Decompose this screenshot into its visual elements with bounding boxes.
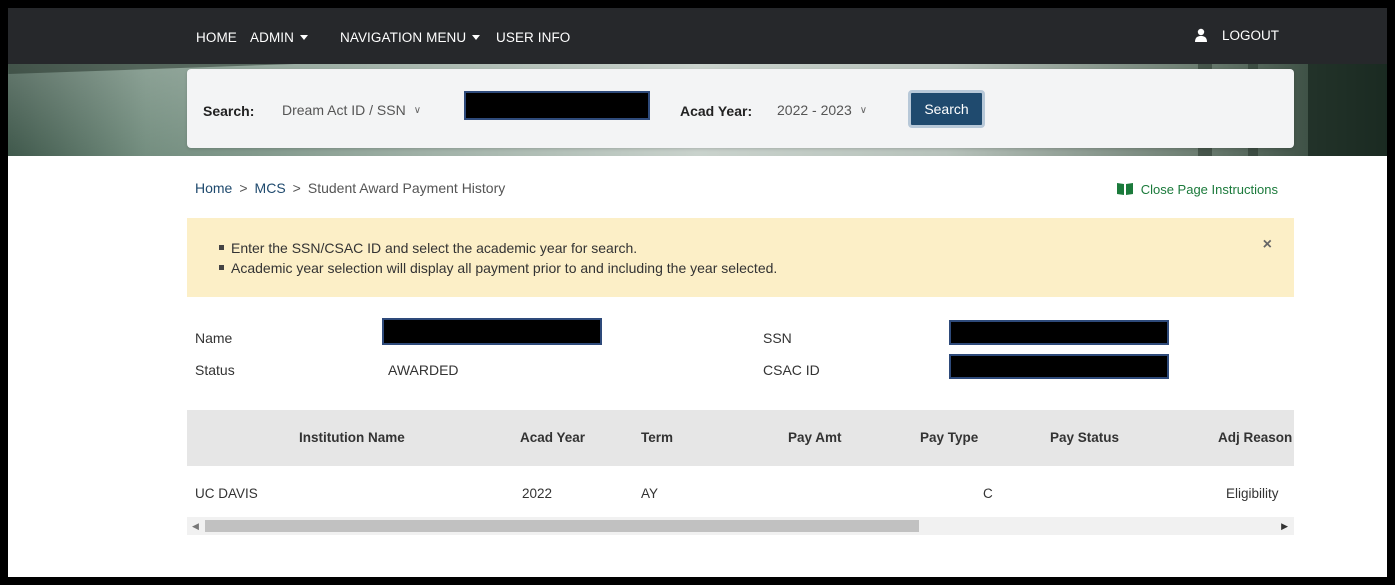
acad-year-select[interactable]: 2022 - 2023 ∨ xyxy=(777,102,867,118)
instructions-list: Enter the SSN/CSAC ID and select the aca… xyxy=(219,238,777,278)
search-button[interactable]: Search xyxy=(908,90,985,128)
column-header-adj-reason[interactable]: Adj Reason xyxy=(1218,430,1292,445)
caret-down-icon xyxy=(472,35,481,40)
ssn-value-redacted xyxy=(949,320,1169,345)
close-page-instructions-label: Close Page Instructions xyxy=(1140,182,1278,197)
search-input[interactable] xyxy=(464,91,650,120)
top-navbar: HOME ADMIN NAVIGATION MENU USER INFO LOG… xyxy=(8,8,1387,64)
close-icon[interactable]: × xyxy=(1263,236,1272,254)
nav-user-info[interactable]: USER INFO xyxy=(496,30,570,45)
breadcrumb-current: Student Award Payment History xyxy=(307,180,506,196)
csac-id-value-redacted xyxy=(949,354,1169,379)
app-frame: HOME ADMIN NAVIGATION MENU USER INFO LOG… xyxy=(8,8,1387,577)
table-header: Institution Name Acad Year Term Pay Amt … xyxy=(187,410,1294,466)
breadcrumb-mcs[interactable]: MCS xyxy=(255,180,286,196)
csac-id-label: CSAC ID xyxy=(763,362,820,378)
table-row[interactable]: UC DAVIS 2022 AY C Eligibility xyxy=(187,466,1294,516)
nav-navigation-menu[interactable]: NAVIGATION MENU xyxy=(340,30,481,45)
ssn-label: SSN xyxy=(763,330,792,346)
instruction-item: Enter the SSN/CSAC ID and select the aca… xyxy=(219,238,777,258)
column-header-acad-year[interactable]: Acad Year xyxy=(520,430,585,445)
user-icon xyxy=(1194,28,1207,42)
nav-home[interactable]: HOME xyxy=(196,30,237,45)
scroll-right-arrow-icon[interactable]: ▶ xyxy=(1281,517,1288,535)
name-label: Name xyxy=(195,330,233,346)
nav-navigation-menu-label: NAVIGATION MENU xyxy=(340,30,467,45)
status-value: AWARDED xyxy=(388,362,459,378)
caret-down-icon xyxy=(300,35,308,40)
column-header-institution-name[interactable]: Institution Name xyxy=(299,430,405,445)
scrollbar-thumb[interactable] xyxy=(205,520,919,532)
instruction-item: Academic year selection will display all… xyxy=(219,258,777,278)
column-header-pay-status[interactable]: Pay Status xyxy=(1050,430,1119,445)
chevron-down-icon: ∨ xyxy=(859,105,868,116)
book-icon xyxy=(1116,183,1133,195)
chevron-down-icon: ∨ xyxy=(413,105,422,116)
nav-admin[interactable]: ADMIN xyxy=(250,30,308,45)
column-header-pay-amt[interactable]: Pay Amt xyxy=(788,430,842,445)
cell-term: AY xyxy=(641,486,659,501)
search-type-value: Dream Act ID / SSN xyxy=(282,102,406,118)
search-type-select[interactable]: Dream Act ID / SSN ∨ xyxy=(282,102,421,118)
payment-history-table: Institution Name Acad Year Term Pay Amt … xyxy=(187,410,1294,540)
breadcrumb-separator: > xyxy=(292,180,301,196)
search-label: Search: xyxy=(203,103,255,119)
instructions-panel: Enter the SSN/CSAC ID and select the aca… xyxy=(187,218,1294,297)
scroll-left-arrow-icon[interactable]: ◀ xyxy=(192,517,199,535)
cell-institution-name: UC DAVIS xyxy=(195,486,258,501)
column-header-pay-type[interactable]: Pay Type xyxy=(920,430,978,445)
logout-label: LOGOUT xyxy=(1221,28,1279,43)
close-page-instructions-link[interactable]: Close Page Instructions xyxy=(1116,182,1278,197)
breadcrumb: Home > MCS > Student Award Payment History xyxy=(195,180,505,196)
cell-adj-reason: Eligibility xyxy=(1226,486,1279,501)
status-label: Status xyxy=(195,362,235,378)
banner-beam xyxy=(1308,64,1387,156)
acad-year-value: 2022 - 2023 xyxy=(777,102,852,118)
cell-pay-type: C xyxy=(983,486,993,501)
nav-admin-label: ADMIN xyxy=(250,30,294,45)
cell-acad-year: 2022 xyxy=(522,486,553,501)
search-bar: Search: Dream Act ID / SSN ∨ Acad Year: 2… xyxy=(187,69,1294,148)
breadcrumb-home[interactable]: Home xyxy=(195,180,232,196)
horizontal-scrollbar[interactable]: ◀ ▶ xyxy=(187,517,1294,535)
column-header-term[interactable]: Term xyxy=(641,430,673,445)
logout-link[interactable]: LOGOUT xyxy=(1194,28,1279,43)
breadcrumb-separator: > xyxy=(239,180,248,196)
acad-year-label: Acad Year: xyxy=(680,103,753,119)
name-value-redacted xyxy=(382,318,602,345)
